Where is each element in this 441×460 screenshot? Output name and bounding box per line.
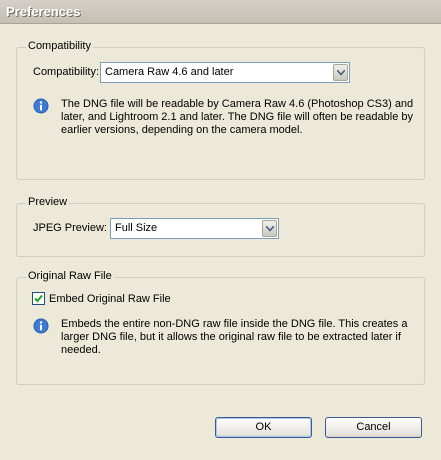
embed-raw-checkbox-label[interactable]: Embed Original Raw File <box>49 293 171 305</box>
compatibility-select[interactable]: Camera Raw 4.6 and later <box>100 62 350 83</box>
info-icon <box>33 318 49 334</box>
preview-group-label: Preview <box>26 196 70 208</box>
title-bar: Preferences <box>0 0 441 24</box>
original-raw-group-label: Original Raw File <box>26 270 114 282</box>
compatibility-select-value: Camera Raw 4.6 and later <box>105 66 234 78</box>
jpeg-preview-select-value: Full Size <box>115 222 158 234</box>
embed-raw-checkbox[interactable] <box>32 292 45 305</box>
jpeg-preview-field-label: JPEG Preview: <box>33 222 107 234</box>
chevron-down-icon[interactable] <box>333 64 348 81</box>
ok-button[interactable]: OK <box>215 417 312 438</box>
original-raw-info-line: Embeds the entire non-DNG raw file insid… <box>61 318 408 330</box>
chevron-down-icon[interactable] <box>262 220 277 237</box>
compatibility-group-label: Compatibility <box>26 40 93 52</box>
info-icon <box>33 98 49 114</box>
compatibility-field-label: Compatibility: <box>33 66 100 78</box>
original-raw-info-line: larger DNG file, but it allows the origi… <box>61 331 401 343</box>
compatibility-info-line: later, and Lightroom 2.1 and later. The … <box>61 111 414 123</box>
jpeg-preview-select[interactable]: Full Size <box>110 218 279 239</box>
window-title: Preferences <box>6 4 81 19</box>
compatibility-info-line: The DNG file will be readable by Camera … <box>61 98 414 110</box>
compatibility-info-text: The DNG file will be readable by Camera … <box>61 98 413 137</box>
compatibility-info-line: earlier versions, depending on the camer… <box>61 124 303 136</box>
cancel-button[interactable]: Cancel <box>325 417 422 438</box>
check-icon <box>34 294 43 303</box>
original-raw-info-text: Embeds the entire non-DNG raw file insid… <box>61 318 407 357</box>
original-raw-info-line: needed. <box>61 344 101 356</box>
